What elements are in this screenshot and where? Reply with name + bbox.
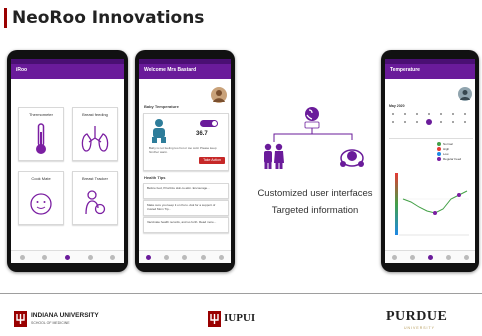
avatar[interactable] xyxy=(458,87,472,101)
iu-name: INDIANA UNIVERSITY xyxy=(31,312,99,319)
health-tips-title: Health Tips xyxy=(144,175,166,180)
nav-chat-icon[interactable] xyxy=(200,254,206,260)
bottom-nav xyxy=(11,250,124,263)
unit-toggle[interactable] xyxy=(200,120,218,127)
connector-left xyxy=(273,128,313,142)
footer-divider xyxy=(0,293,482,294)
lungs-icon xyxy=(81,126,109,152)
card-label: Cook Mate xyxy=(31,176,51,181)
temperature-line-chart xyxy=(395,173,469,236)
mother-baby-icon xyxy=(85,190,106,215)
nav-home-icon[interactable] xyxy=(145,254,151,260)
temperature-screen: Temperature May 2020 Normal High Low Reg… xyxy=(385,59,475,263)
iu-trident-logo-icon xyxy=(14,311,27,327)
family-icon xyxy=(264,143,284,169)
baby-icon xyxy=(152,119,166,143)
caption-line-1: Customized user interfaces xyxy=(257,188,373,199)
breast-feeding-card[interactable]: Breast feeding xyxy=(72,107,118,161)
dashboard-screen: Welcome Mrs Bastard Baby Temperature 36.… xyxy=(139,59,231,263)
nav-grid-icon[interactable] xyxy=(427,254,433,260)
nav-grid-icon[interactable] xyxy=(64,254,70,260)
nav-settings-icon[interactable] xyxy=(463,254,469,260)
nav-settings-icon[interactable] xyxy=(219,254,225,260)
phone-hand-icon xyxy=(304,107,320,129)
calendar-grid[interactable] xyxy=(389,110,473,132)
tip-item[interactable]: Vaccinate health records, and so forth. … xyxy=(143,217,229,233)
iupui-trident-logo-icon xyxy=(208,311,221,327)
temperature-card: 36.7 Baby is not feeling too hot or too … xyxy=(143,113,229,171)
legend-item: High xyxy=(437,147,461,151)
caption-line-2: Targeted information xyxy=(271,205,359,216)
app-bar: Temperature xyxy=(385,59,475,79)
legend-item: Normal xyxy=(437,142,461,146)
card-label: Thermometer xyxy=(28,112,53,117)
iupui-name: IUPUI xyxy=(224,312,256,324)
title-accent-bar xyxy=(4,8,7,28)
app-bar: iRoo xyxy=(11,59,124,79)
connector-right xyxy=(312,133,353,140)
app-bar: Welcome Mrs Bastard xyxy=(139,59,231,79)
tip-item[interactable]: Make sure you keep it on Kuru. Ask for a… xyxy=(143,200,229,216)
nav-settings-icon[interactable] xyxy=(110,254,116,260)
nav-profile-icon[interactable] xyxy=(42,254,48,260)
app-title: Welcome Mrs Bastard xyxy=(144,67,197,73)
section-title: Baby Temperature xyxy=(144,104,179,109)
card-label: Breast Tracker xyxy=(81,176,108,181)
card-label: Breast feeding xyxy=(82,112,108,117)
baby-icon xyxy=(30,193,52,215)
chart-legend: Normal High Low Regular Feed xyxy=(437,142,461,161)
legend-item: Regular Feed xyxy=(437,157,461,161)
bottom-nav xyxy=(385,250,475,263)
phone-temperature: Temperature May 2020 Normal High Low Reg… xyxy=(381,50,479,272)
calendar-header: May 2020 xyxy=(389,104,405,108)
tip-item[interactable]: Before bed, Prioritize skin-to-skin. Enc… xyxy=(143,183,229,199)
nav-home-icon[interactable] xyxy=(19,254,25,260)
app-title: iRoo xyxy=(16,67,28,73)
purdue-sub: UNIVERSITY xyxy=(404,326,436,330)
avatar[interactable] xyxy=(211,87,227,103)
nav-profile-icon[interactable] xyxy=(164,254,170,260)
nav-chat-icon[interactable] xyxy=(445,254,451,260)
nav-home-icon[interactable] xyxy=(391,254,397,260)
user-interface-diagram xyxy=(264,107,364,169)
phone-dashboard: Welcome Mrs Bastard Baby Temperature 36.… xyxy=(135,50,235,272)
phone-home-screen: iRoo Thermometer Breast feeding Cook Mat… xyxy=(7,50,128,272)
take-action-button[interactable]: Take Action xyxy=(199,157,225,164)
temp-note: Baby is not feeling too hot or too cold.… xyxy=(149,146,217,154)
thermometer-card[interactable]: Thermometer xyxy=(18,107,64,161)
purdue-name: PURDUE xyxy=(386,309,448,324)
nav-profile-icon[interactable] xyxy=(409,254,415,260)
bottom-nav xyxy=(139,250,231,263)
legend-item: Low xyxy=(437,152,461,156)
baby-tracker-icon xyxy=(340,149,364,167)
nav-chat-icon[interactable] xyxy=(87,254,93,260)
iu-sub: SCHOOL OF MEDICINE xyxy=(31,321,70,325)
temp-value: 36.7 xyxy=(196,131,208,137)
app-title: Temperature xyxy=(390,67,420,73)
nav-grid-icon[interactable] xyxy=(182,254,188,260)
cook-mate-card[interactable]: Cook Mate xyxy=(18,171,64,225)
breast-tracker-card[interactable]: Breast Tracker xyxy=(72,171,118,225)
home-screen: iRoo Thermometer Breast feeding Cook Mat… xyxy=(11,59,124,263)
slide-title: NeoRoo Innovations xyxy=(12,8,205,28)
thermometer-icon xyxy=(36,123,46,154)
